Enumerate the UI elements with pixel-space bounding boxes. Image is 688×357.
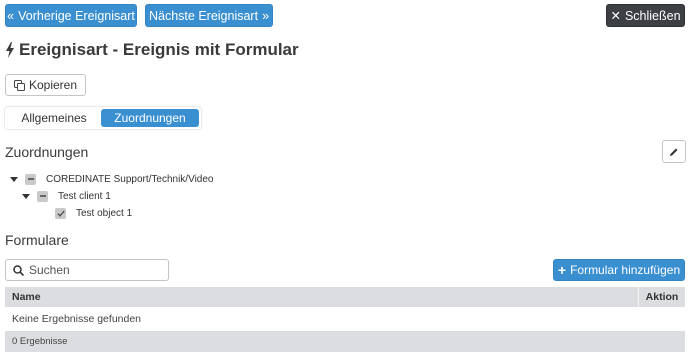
previous-event-type-button[interactable]: « Vorherige Ereignisart (5, 4, 137, 27)
bolt-icon (5, 42, 15, 58)
partial-checkbox[interactable] (37, 190, 48, 202)
tree-node-label: Test client 1 (58, 190, 111, 202)
close-icon: ✕ (610, 9, 621, 23)
copy-icon (13, 79, 25, 91)
empty-results-row: Keine Ergebnisse gefunden (5, 307, 685, 331)
checked-checkbox[interactable] (55, 207, 66, 219)
page-title-text: Ereignisart - Ereignis mit Formular (19, 40, 299, 59)
next-button-label: Nächste Ereignisart (148, 8, 259, 23)
column-header-name[interactable]: Name (5, 287, 639, 307)
partial-checkbox[interactable] (25, 173, 36, 185)
close-button-label: Schließen (624, 8, 681, 23)
caret-down-icon[interactable] (21, 192, 30, 201)
caret-down-icon[interactable] (9, 175, 18, 184)
double-chevron-left-icon: « (7, 8, 15, 23)
pencil-icon (669, 147, 679, 157)
tab-assignments[interactable]: Zuordnungen (101, 109, 199, 127)
tree-node-test-client[interactable]: Test client 1 (21, 189, 111, 203)
plus-icon: + (557, 262, 567, 278)
tree-node-label: Test object 1 (76, 207, 133, 219)
close-button[interactable]: ✕ Schließen (606, 4, 685, 27)
assignments-heading: Zuordnungen (5, 144, 89, 160)
search-input[interactable] (29, 263, 159, 277)
add-form-button[interactable]: + Formular hinzufügen (553, 259, 685, 281)
forms-table: Name Aktion Keine Ergebnisse gefunden 0 … (5, 287, 685, 352)
tree-node-coredinate[interactable]: COREDINATE Support/Technik/Video (9, 172, 213, 186)
tab-bar: Allgemeines Zuordnungen (5, 107, 201, 129)
previous-button-label: Vorherige Ereignisart (18, 8, 135, 23)
add-form-button-label: Formular hinzufügen (570, 263, 681, 277)
result-count: 0 Ergebnisse (5, 331, 685, 352)
tree-node-label: COREDINATE Support/Technik/Video (46, 173, 214, 185)
search-icon (13, 264, 24, 276)
tab-general[interactable]: Allgemeines (7, 109, 101, 127)
tree-node-test-object[interactable]: Test object 1 (55, 206, 132, 220)
next-event-type-button[interactable]: Nächste Ereignisart » (145, 4, 273, 27)
copy-button-label: Kopieren (28, 78, 78, 92)
column-header-action: Aktion (645, 291, 679, 303)
forms-heading: Formulare (5, 232, 69, 248)
table-header: Name Aktion (5, 287, 685, 307)
search-field[interactable] (5, 259, 169, 281)
copy-button[interactable]: Kopieren (5, 74, 86, 96)
page-title: Ereignisart - Ereignis mit Formular (5, 40, 299, 60)
edit-assignments-button[interactable] (662, 140, 686, 163)
double-chevron-right-icon: » (262, 8, 270, 23)
